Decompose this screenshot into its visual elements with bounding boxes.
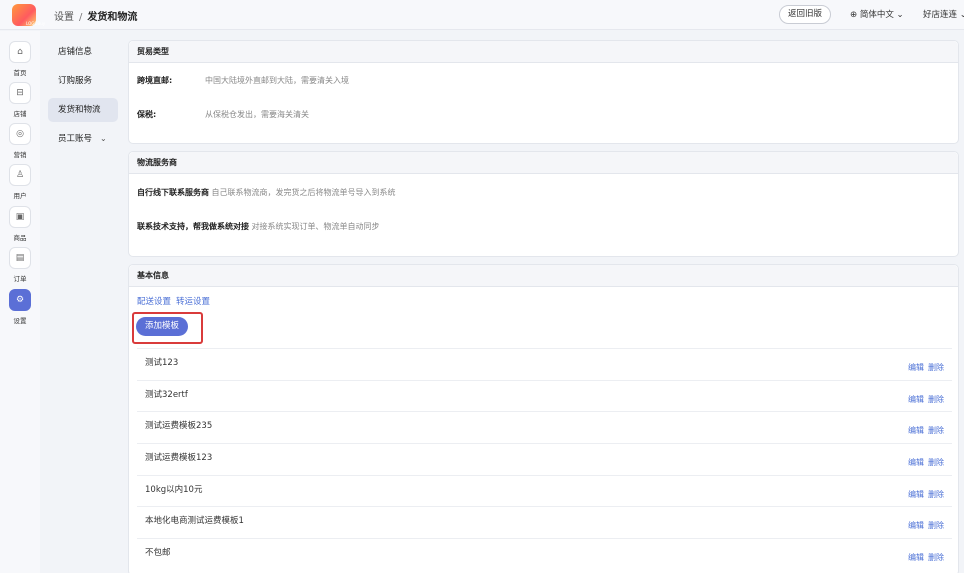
- language-label: 简体中文: [859, 10, 894, 20]
- globe-icon: ⊕: [850, 10, 858, 20]
- breadcrumb-settings[interactable]: 设置: [54, 12, 74, 23]
- subnav-store-info[interactable]: 店铺信息: [48, 40, 118, 64]
- tab-delivery-settings[interactable]: 配送设置: [137, 297, 171, 307]
- template-name: 测试123: [145, 358, 179, 368]
- order-icon: ▤: [9, 247, 31, 269]
- rail-item-settings[interactable]: ⚙ 设置: [7, 289, 33, 325]
- chevron-down-icon: ⌄: [959, 10, 964, 20]
- subnav-staff-accounts[interactable]: 员工账号 ⌄: [48, 127, 118, 151]
- template-name: 10kg以内10元: [145, 484, 203, 495]
- list-item: 不包邮 编辑 删除: [137, 538, 952, 570]
- logistics-row-self: 自行线下联系服务商 自己联系物流商，发完货之后将物流单号导入到系统: [137, 187, 396, 198]
- trade-row-cross-border: 跨境直邮: 中国大陆境外直邮到大陆，需要清关入境: [137, 75, 349, 86]
- trade-value: 中国大陆境外直邮到大陆，需要清关入境: [205, 76, 349, 85]
- trade-key: 保税:: [137, 110, 157, 119]
- subnav-shipping-logistics[interactable]: 发货和物流: [48, 98, 118, 122]
- list-item: 测试123 编辑 删除: [137, 348, 952, 380]
- trade-key: 跨境直邮:: [137, 76, 173, 85]
- delete-link[interactable]: 删除: [928, 521, 944, 530]
- edit-link[interactable]: 编辑: [908, 490, 924, 499]
- chevron-down-icon: ⌄: [100, 134, 107, 143]
- subnav-staff-label: 员工账号: [58, 134, 93, 144]
- chevron-down-icon: ⌄: [896, 10, 904, 20]
- template-name: 测试运费模板235: [145, 421, 213, 432]
- delete-link[interactable]: 删除: [928, 395, 944, 404]
- marketing-icon: ◎: [9, 123, 31, 145]
- edit-link[interactable]: 编辑: [908, 395, 924, 404]
- breadcrumb-separator: /: [79, 12, 83, 23]
- settings-tabs: 配送设置 转运设置: [137, 295, 215, 307]
- list-item: 测试运费模板235 编辑 删除: [137, 411, 952, 443]
- delete-link[interactable]: 删除: [928, 363, 944, 372]
- delete-link[interactable]: 删除: [928, 426, 944, 435]
- icon-rail: ⌂ 首页 ⊟ 店铺 ◎ 营销 ♙ 用户 ▣ 商品 ▤ 订单 ⚙ 设置: [0, 31, 40, 573]
- top-bar: LOGOBuy 设置 / 发货和物流 返回旧版 ⊕ 简体中文 ⌄ 好店连连 ⌄: [0, 0, 964, 30]
- shop-selector[interactable]: 好店连连 ⌄: [923, 8, 964, 20]
- rail-item-users[interactable]: ♙ 用户: [7, 164, 33, 200]
- trade-type-title: 贸易类型: [129, 41, 958, 63]
- rail-item-store[interactable]: ⊟ 店铺: [7, 82, 33, 118]
- rail-item-marketing[interactable]: ◎ 营销: [7, 123, 33, 159]
- trade-row-bonded: 保税: 从保税仓发出，需要海关清关: [137, 109, 309, 120]
- list-item: 本地化电商测试运费模板1 编辑 删除: [137, 506, 952, 538]
- basic-info-title: 基本信息: [129, 265, 958, 287]
- logistics-provider-card: 物流服务商 自行线下联系服务商 自己联系物流商，发完货之后将物流单号导入到系统 …: [128, 151, 959, 257]
- settings-subnav: 店铺信息 订购服务 发货和物流 员工账号 ⌄: [48, 40, 118, 156]
- logistics-value: 对接系统实现订单、物流单自动同步: [251, 222, 380, 231]
- edit-link[interactable]: 编辑: [908, 458, 924, 467]
- logistics-title: 物流服务商: [129, 152, 958, 174]
- edit-link[interactable]: 编辑: [908, 426, 924, 435]
- list-item: 测试运费模板123 编辑 删除: [137, 443, 952, 475]
- logistics-key: 自行线下联系服务商: [137, 188, 209, 197]
- template-name: 本地化电商测试运费模板1: [145, 516, 244, 527]
- tab-transfer-settings[interactable]: 转运设置: [176, 297, 210, 307]
- store-icon: ⊟: [9, 82, 31, 104]
- logistics-row-tech: 联系技术支持，帮我做系统对接 对接系统实现订单、物流单自动同步: [137, 221, 380, 232]
- delete-link[interactable]: 删除: [928, 458, 944, 467]
- edit-link[interactable]: 编辑: [908, 521, 924, 530]
- logistics-value: 自己联系物流商，发完货之后将物流单号导入到系统: [211, 188, 396, 197]
- logo[interactable]: LOGOBuy: [12, 4, 45, 26]
- trade-type-card: 贸易类型 跨境直邮: 中国大陆境外直邮到大陆，需要清关入境 保税: 从保税仓发出，需…: [128, 40, 959, 144]
- delete-link[interactable]: 删除: [928, 553, 944, 562]
- goods-icon: ▣: [9, 206, 31, 228]
- edit-link[interactable]: 编辑: [908, 363, 924, 372]
- subnav-subscription[interactable]: 订购服务: [48, 69, 118, 93]
- edit-link[interactable]: 编辑: [908, 553, 924, 562]
- settings-icon: ⚙: [9, 289, 31, 311]
- list-item: 10kg以内10元 编辑 删除: [137, 474, 952, 507]
- language-selector[interactable]: ⊕ 简体中文 ⌄: [850, 8, 904, 20]
- breadcrumb: 设置 / 发货和物流: [54, 8, 137, 23]
- logistics-key: 联系技术支持，帮我做系统对接: [137, 222, 249, 231]
- template-list: 测试123 编辑 删除 测试32ertf 编辑 删除 测试运费模板235 编辑 删除 …: [137, 348, 952, 570]
- add-template-button[interactable]: 添加模板: [136, 317, 188, 336]
- trade-value: 从保税仓发出，需要海关清关: [205, 110, 309, 119]
- breadcrumb-current: 发货和物流: [87, 12, 138, 23]
- shop-name: 好店连连: [923, 10, 958, 20]
- user-icon: ♙: [9, 164, 31, 186]
- rail-item-goods[interactable]: ▣ 商品: [7, 206, 33, 242]
- delete-link[interactable]: 删除: [928, 490, 944, 499]
- rail-item-orders[interactable]: ▤ 订单: [7, 247, 33, 283]
- template-name: 测试运费模板123: [145, 453, 213, 464]
- template-name: 测试32ertf: [145, 389, 188, 400]
- back-to-old-version-button[interactable]: 返回旧版: [779, 5, 831, 24]
- home-icon: ⌂: [9, 41, 31, 63]
- rail-item-home[interactable]: ⌂ 首页: [7, 41, 33, 77]
- template-name: 不包邮: [145, 548, 171, 559]
- basic-info-card: 基本信息 配送设置 转运设置 添加模板 测试123 编辑 删除 测试32ertf 编…: [128, 264, 959, 573]
- list-item: 测试32ertf 编辑 删除: [137, 379, 952, 412]
